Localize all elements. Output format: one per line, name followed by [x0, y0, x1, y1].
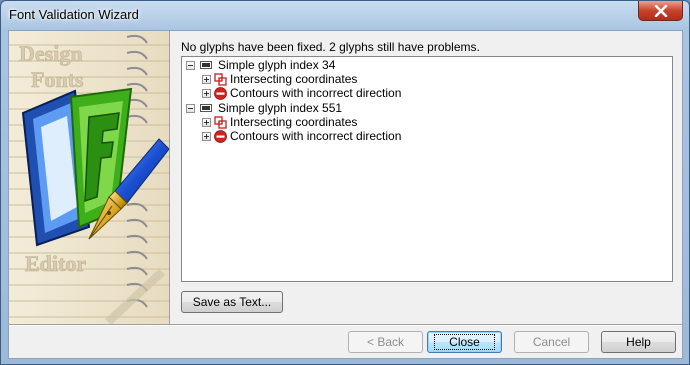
back-button[interactable]: < Back — [348, 331, 423, 353]
tree-node-issue[interactable]: Intersecting coordinates — [202, 72, 502, 86]
dialog-window: Font Validation Wizard Design Fonts Edit… — [0, 0, 690, 365]
glyph-problems-tree[interactable]: Simple glyph index 34 Intersecting coord… — [181, 56, 673, 282]
close-button-label: Close — [434, 334, 495, 350]
tree-node-issue[interactable]: Contours with incorrect direction — [202, 86, 502, 100]
logo-text-fonts: Fonts — [31, 67, 84, 92]
wizard-side-image: Design Fonts Editor — [9, 31, 170, 324]
expand-toggle[interactable] — [202, 75, 211, 84]
glyph-abc-icon — [200, 61, 212, 69]
title-bar[interactable]: Font Validation Wizard — [1, 1, 689, 30]
intersect-icon — [214, 73, 227, 86]
help-button[interactable]: Help — [601, 331, 676, 353]
tree-node-issue[interactable]: Intersecting coordinates — [202, 115, 502, 129]
dialog-client-area: Design Fonts Editor No glyphs have been … — [8, 30, 683, 359]
issue-label: Intersecting coordinates — [230, 72, 358, 86]
error-icon — [214, 130, 227, 143]
save-as-text-button[interactable]: Save as Text... — [181, 291, 283, 313]
window-title: Font Validation Wizard — [9, 7, 139, 22]
glyph-label: Simple glyph index 551 — [218, 101, 343, 115]
validation-status-message: No glyphs have been fixed. 2 glyphs stil… — [181, 40, 480, 54]
intersect-icon — [214, 116, 227, 129]
tree-node-issue[interactable]: Contours with incorrect direction — [202, 129, 502, 143]
close-icon — [654, 5, 668, 17]
expand-toggle[interactable] — [202, 132, 211, 141]
window-close-button[interactable] — [638, 1, 683, 21]
issue-label: Intersecting coordinates — [230, 115, 358, 129]
error-icon — [214, 87, 227, 100]
tree-node-glyph[interactable]: Simple glyph index 551 — [186, 101, 486, 115]
expand-toggle[interactable] — [202, 89, 211, 98]
footer-separator — [9, 324, 682, 326]
cancel-button[interactable]: Cancel — [514, 331, 589, 353]
issue-label: Contours with incorrect direction — [230, 86, 402, 100]
collapse-toggle[interactable] — [186, 61, 195, 70]
logo-text-design: Design — [19, 41, 83, 66]
issue-label: Contours with incorrect direction — [230, 129, 402, 143]
expand-toggle[interactable] — [202, 118, 211, 127]
glyph-abc-icon — [200, 104, 212, 112]
collapse-toggle[interactable] — [186, 104, 195, 113]
glyph-label: Simple glyph index 34 — [218, 58, 336, 72]
close-button[interactable]: Close — [427, 331, 502, 353]
logo-text-editor: Editor — [25, 251, 86, 276]
tree-node-glyph[interactable]: Simple glyph index 34 — [186, 58, 486, 72]
